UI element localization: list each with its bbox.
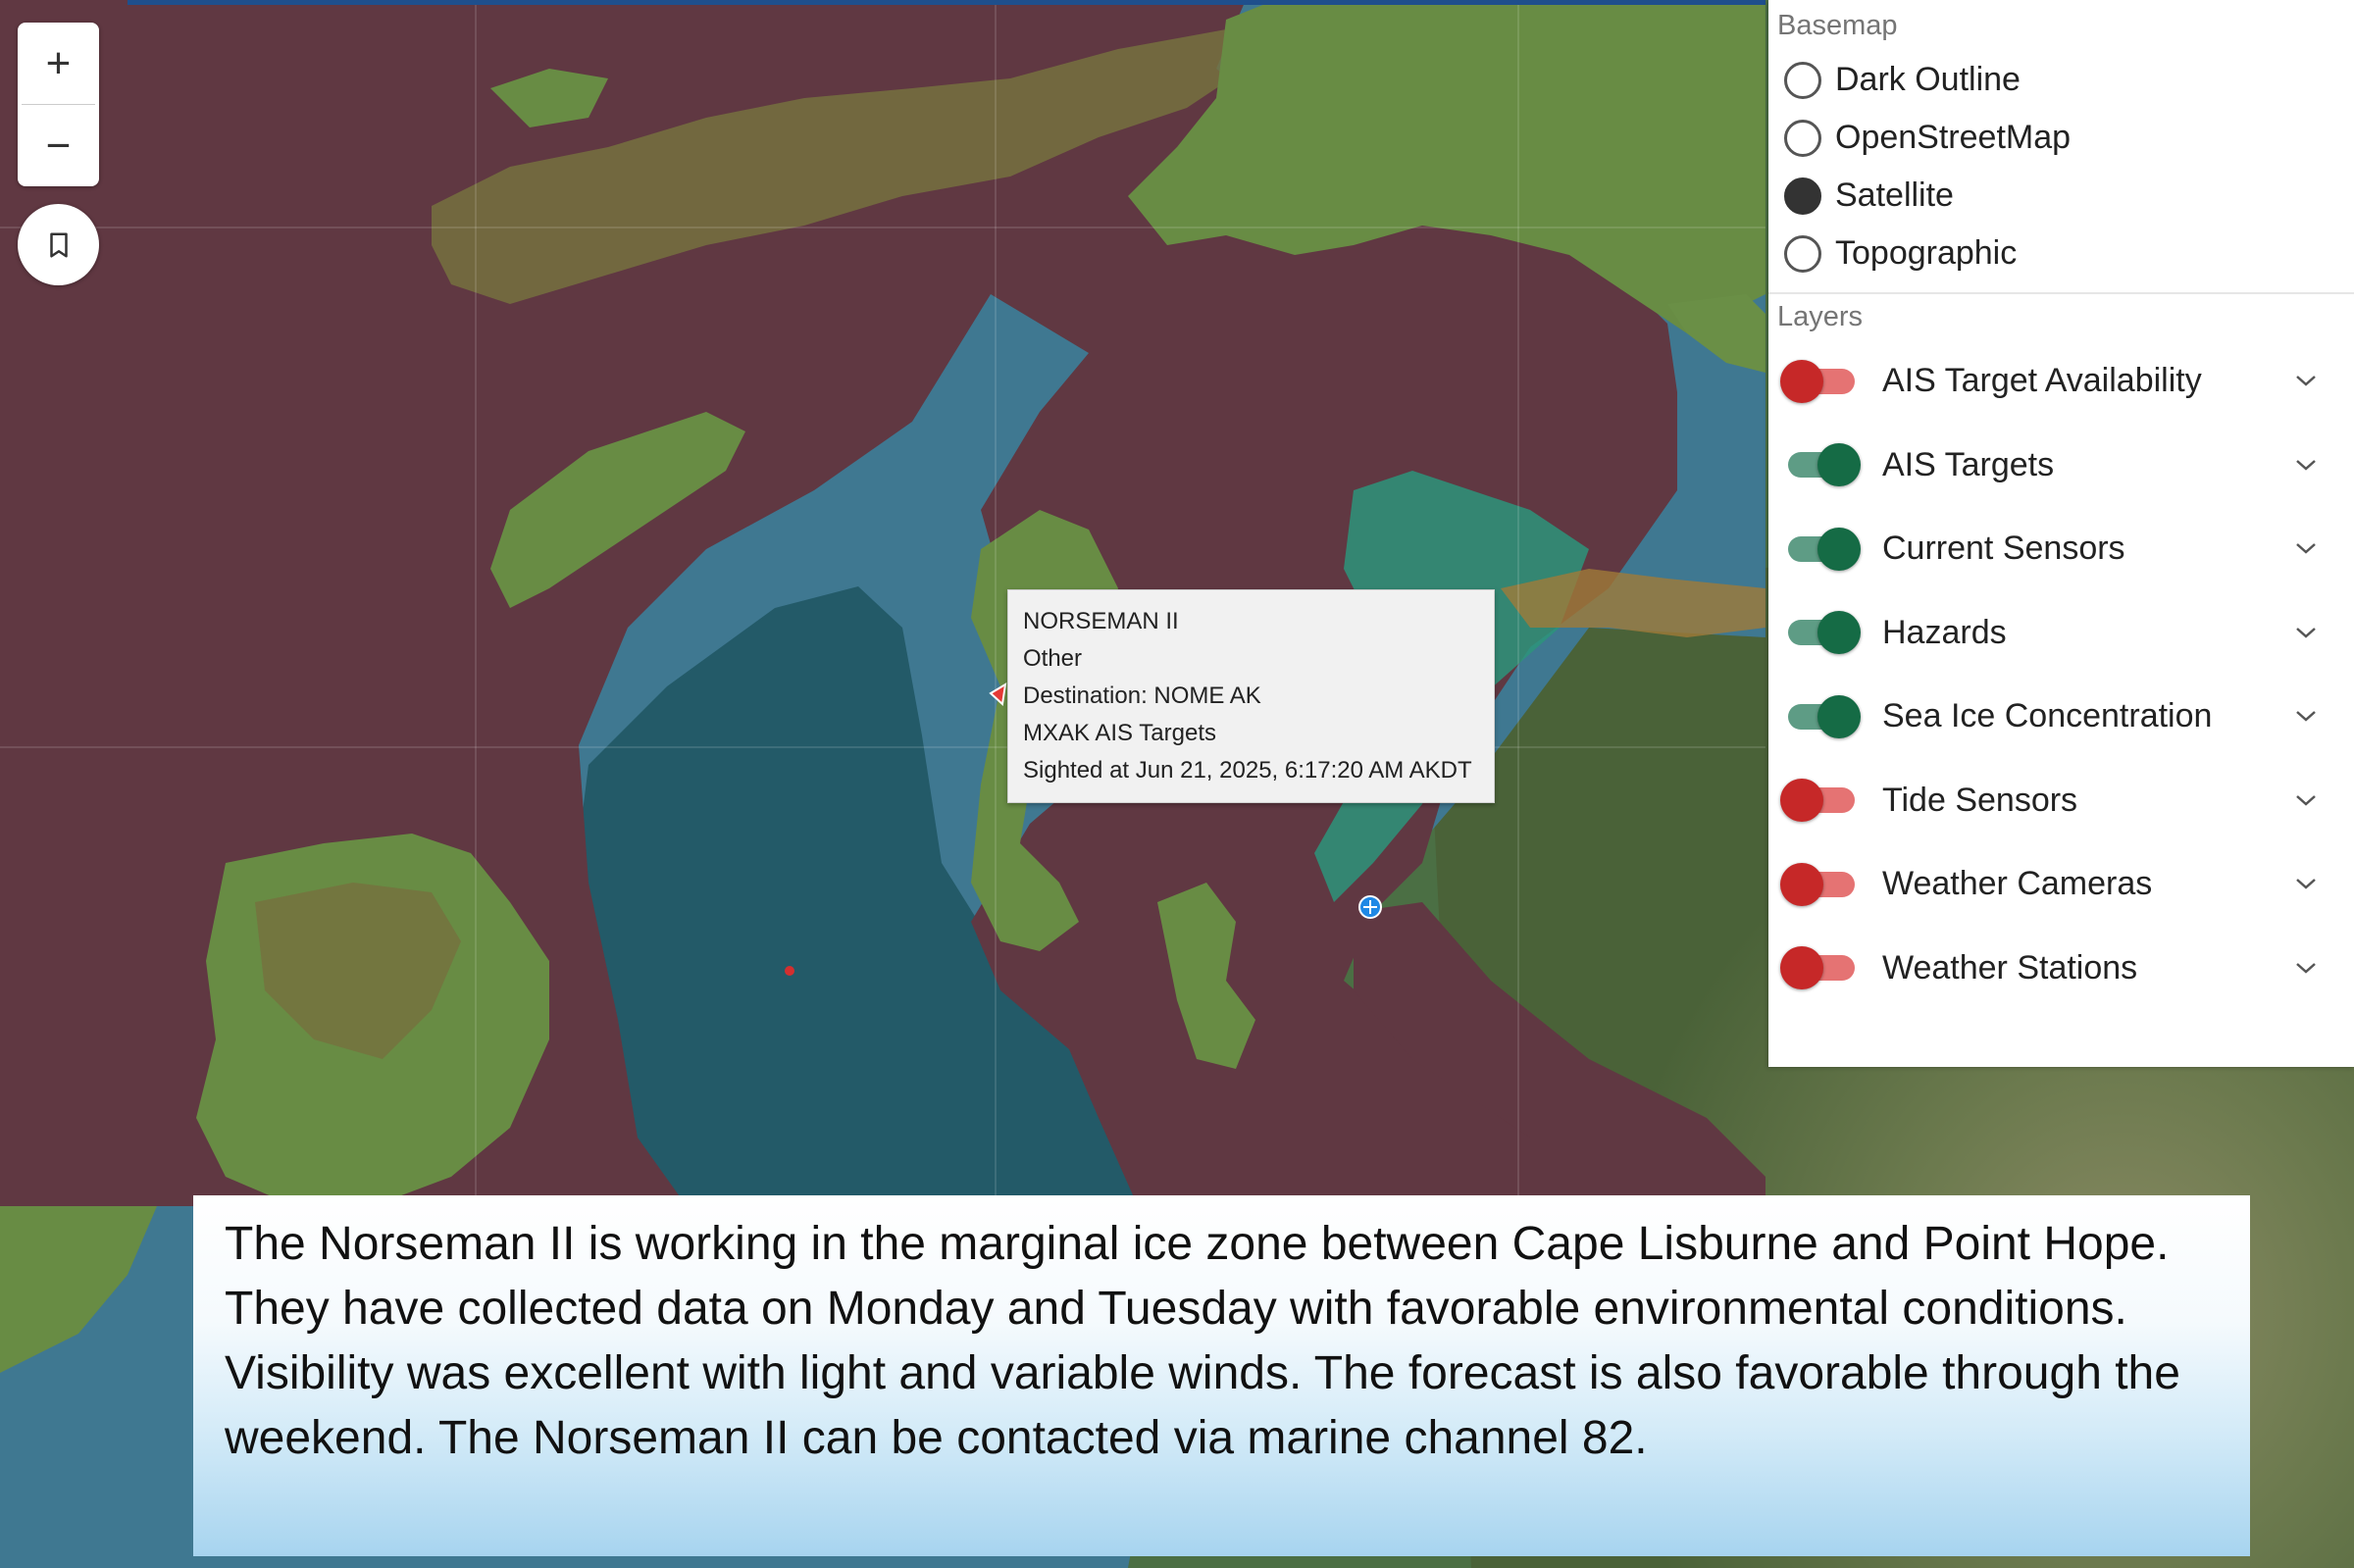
layer-list: AIS Target Availability AIS Targets Curren… <box>1768 339 2354 1010</box>
bookmark-button[interactable] <box>18 204 99 285</box>
vessel-popup: NORSEMAN II Other Destination: NOME AK M… <box>1007 589 1495 803</box>
layer-label: Weather Stations <box>1882 948 2138 986</box>
basemap-option-label: Topographic <box>1835 234 2018 272</box>
toggle-knob <box>1817 611 1861 655</box>
layer-row-hazards: Hazards <box>1768 591 2354 676</box>
layer-row-current-sensors: Current Sensors <box>1768 507 2354 591</box>
popup-sighted: Sighted at Jun 21, 2025, 6:17:20 AM AKDT <box>1023 757 1472 784</box>
chevron-down-icon[interactable] <box>2293 538 2319 558</box>
chevron-down-icon[interactable] <box>2293 874 2319 893</box>
layer-row-weather-cameras: Weather Cameras <box>1768 842 2354 927</box>
toggle-knob <box>1780 862 1823 906</box>
caption-box: The Norseman II is working in the margin… <box>193 1195 2250 1556</box>
station-marker[interactable] <box>1358 895 1382 919</box>
zoom-control: + − <box>18 23 99 186</box>
chevron-down-icon[interactable] <box>2293 455 2319 475</box>
toggle-knob <box>1817 443 1861 487</box>
layer-label: AIS Targets <box>1882 445 2055 483</box>
popup-vessel-type: Other <box>1023 645 1083 672</box>
layer-panel: Basemap Dark Outline OpenStreetMap Satel… <box>1768 0 2354 1067</box>
basemap-option-topographic[interactable]: Topographic <box>1768 225 2354 282</box>
layer-toggle-weather-cameras[interactable] <box>1780 861 1861 908</box>
toggle-knob <box>1780 359 1823 403</box>
radio-satellite[interactable] <box>1784 177 1821 215</box>
layer-row-tide-sensors: Tide Sensors <box>1768 759 2354 843</box>
layer-toggle-ais-targets[interactable] <box>1780 441 1861 488</box>
basemap-option-satellite[interactable]: Satellite <box>1768 167 2354 225</box>
toggle-knob <box>1780 779 1823 823</box>
layer-label: Hazards <box>1882 613 2007 651</box>
top-accent-bar <box>128 0 1766 5</box>
radio-topographic[interactable] <box>1784 234 1821 273</box>
layer-toggle-weather-stations[interactable] <box>1780 944 1861 991</box>
bookmark-icon <box>49 232 68 257</box>
layer-toggle-ais-target-availability[interactable] <box>1780 358 1861 405</box>
basemap-option-label: OpenStreetMap <box>1835 119 2072 156</box>
toggle-knob <box>1817 694 1861 738</box>
popup-source: MXAK AIS Targets <box>1023 720 1216 746</box>
basemap-option-openstreetmap[interactable]: OpenStreetMap <box>1768 109 2354 167</box>
layer-row-sea-ice-concentration: Sea Ice Concentration <box>1768 675 2354 759</box>
layer-label: Current Sensors <box>1882 530 2125 568</box>
layer-label: Tide Sensors <box>1882 781 2078 819</box>
sensor-marker[interactable] <box>785 966 794 976</box>
radio-openstreetmap[interactable] <box>1784 119 1821 157</box>
toggle-knob <box>1817 527 1861 571</box>
popup-destination: Destination: NOME AK <box>1023 683 1261 709</box>
layer-toggle-sea-ice-concentration[interactable] <box>1780 693 1861 740</box>
caption-text: The Norseman II is working in the margin… <box>225 1218 2180 1464</box>
layer-toggle-tide-sensors[interactable] <box>1780 777 1861 824</box>
layer-row-ais-target-availability: AIS Target Availability <box>1768 339 2354 424</box>
layer-toggle-hazards[interactable] <box>1780 609 1861 656</box>
layer-toggle-current-sensors[interactable] <box>1780 526 1861 573</box>
layer-label: AIS Target Availability <box>1882 362 2202 400</box>
chevron-down-icon[interactable] <box>2293 623 2319 642</box>
basemap-option-label: Dark Outline <box>1835 61 2021 98</box>
chevron-down-icon[interactable] <box>2293 958 2319 978</box>
layer-label: Weather Cameras <box>1882 865 2153 903</box>
popup-vessel-name: NORSEMAN II <box>1023 608 1179 634</box>
chevron-down-icon[interactable] <box>2293 790 2319 810</box>
basemap-option-label: Satellite <box>1835 177 1954 214</box>
toggle-knob <box>1780 946 1823 990</box>
layers-title: Layers <box>1777 300 1864 332</box>
zoom-in-button[interactable]: + <box>18 23 99 104</box>
basemap-option-dark-outline[interactable]: Dark Outline <box>1768 51 2354 109</box>
radio-dark-outline[interactable] <box>1784 61 1821 99</box>
basemap-title: Basemap <box>1777 9 1898 41</box>
zoom-out-button[interactable]: − <box>18 105 99 186</box>
chevron-down-icon[interactable] <box>2293 371 2319 390</box>
layer-row-weather-stations: Weather Stations <box>1768 927 2354 1011</box>
layer-label: Sea Ice Concentration <box>1882 697 2213 735</box>
chevron-down-icon[interactable] <box>2293 706 2319 726</box>
layer-row-ais-targets: AIS Targets <box>1768 424 2354 508</box>
